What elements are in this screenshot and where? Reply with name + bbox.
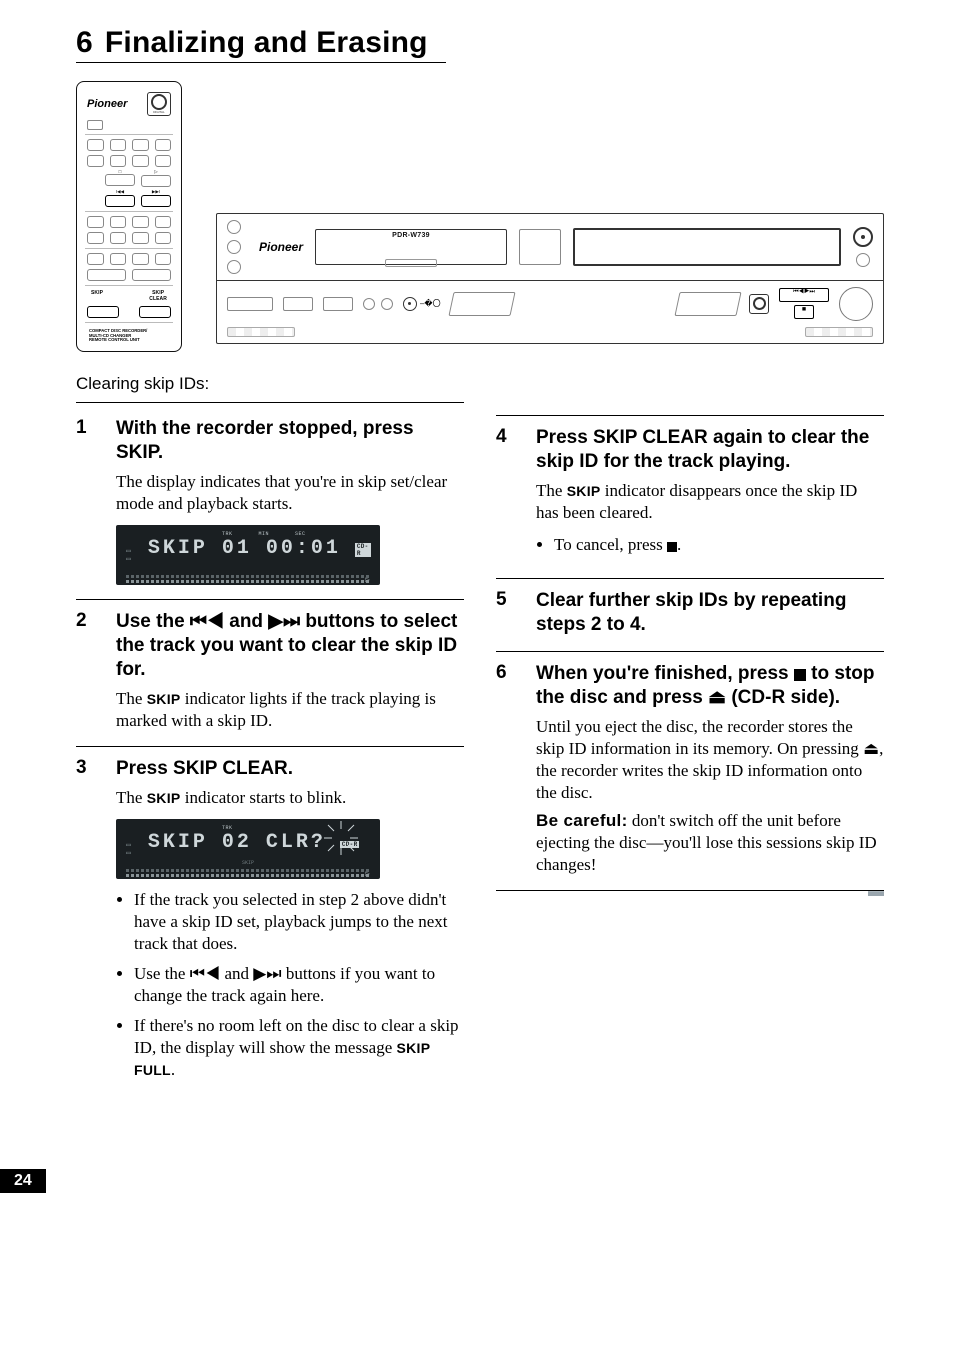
step-number: 3 (76, 757, 96, 879)
list-item: If the track you selected in step 2 abov… (134, 889, 464, 955)
remote-skip-clear-label: SKIP CLEAR (149, 290, 167, 302)
blink-rays-icon (324, 821, 358, 855)
step-4-bullets: To cancel, press . (536, 534, 884, 556)
remote-prev-button (105, 195, 135, 207)
step-body: Until you eject the disc, the recorder s… (536, 716, 884, 804)
step-body: The SKIP indicator disappears once the s… (536, 480, 884, 524)
page-title: 6 Finalizing and Erasing (76, 26, 446, 60)
compact-disc-logo: DIGITAL (147, 92, 171, 116)
deck-right-tray (573, 228, 841, 266)
remote-control-diagram: Pioneer DIGITAL □ ▷ I◀◀ ▶▶I SKIP (76, 81, 182, 352)
deck-stop-button: ■ (794, 305, 814, 319)
step-2: 2 Use the ⏮◀ and ▶⏭ buttons to select th… (76, 610, 464, 732)
deck-transport-buttons: ⏮◀▶⏭ (779, 288, 829, 302)
deck-brand: Pioneer (259, 240, 303, 254)
step-body: The SKIP indicator lights if the track p… (116, 688, 464, 732)
deck-left-tray: PDR-W739 (315, 229, 507, 265)
deck-display-area (519, 229, 561, 265)
page-number: 24 (0, 1169, 46, 1193)
manual-page: 6 Finalizing and Erasing Pioneer DIGITAL… (0, 0, 954, 1233)
prev-track-icon: ⏮◀ (190, 964, 220, 983)
skip-indicator-label: SKIP (147, 790, 181, 806)
step-3: 3 Press SKIP CLEAR. The SKIP indicator s… (76, 757, 464, 879)
remote-skip-clear-button (139, 306, 171, 318)
skip-indicator-label: SKIP (147, 691, 181, 707)
instruction-columns: 1 With the recorder stopped, press SKIP.… (76, 413, 884, 1089)
stop-icon (794, 669, 806, 681)
right-column: 4 Press SKIP CLEAR again to clear the sk… (496, 413, 884, 1089)
next-track-icon: ▶⏭ (268, 611, 300, 632)
step-3-bullets: If the track you selected in step 2 abov… (116, 889, 464, 1081)
play-icon: ▷ (365, 869, 370, 879)
step-heading: Use the ⏮◀ and ▶⏭ buttons to select the … (116, 610, 464, 682)
page-title-wrap: 6 Finalizing and Erasing (76, 26, 446, 63)
deck-model: PDR-W739 (316, 232, 506, 239)
device-diagrams: Pioneer DIGITAL □ ▷ I◀◀ ▶▶I SKIP (76, 81, 884, 352)
compact-disc-logo (749, 294, 769, 314)
deck-diagram: Pioneer PDR-W739 (216, 213, 884, 344)
chapter-title: Finalizing and Erasing (105, 26, 428, 60)
step-number: 6 (496, 662, 516, 876)
remote-brand: Pioneer (87, 98, 127, 110)
step-heading: When you're finished, press to stop the … (536, 662, 884, 710)
list-item: Use the ⏮◀ and ▶⏭ buttons if you want to… (134, 963, 464, 1007)
step-6: 6 When you're finished, press to stop th… (496, 662, 884, 876)
step-4: 4 Press SKIP CLEAR again to clear the sk… (496, 426, 884, 564)
play-icon: ▷ (365, 575, 370, 585)
be-careful-label: Be careful: (536, 811, 628, 830)
eject-icon: ⏏ (708, 687, 726, 708)
step-warning: Be careful: don't switch off the unit be… (536, 810, 884, 876)
step-heading: With the recorder stopped, press SKIP. (116, 417, 464, 465)
step-5: 5 Clear further skip IDs by repeating st… (496, 589, 884, 637)
step-heading: Press SKIP CLEAR. (116, 757, 464, 781)
lcd-display-1: TRKMINSEC ▭▭ SKIP 01 00:01 CD-R ▷ (116, 525, 380, 585)
prev-track-icon: ⏮◀ (190, 611, 224, 632)
remote-skip-label: SKIP (91, 290, 103, 302)
remote-fine-3: REMOTE CONTROL UNIT (89, 338, 169, 343)
chapter-number: 6 (76, 26, 93, 60)
remote-next-button (141, 195, 171, 207)
step-body: The SKIP indicator starts to blink. (116, 787, 464, 809)
remote-skip-button (87, 306, 119, 318)
stop-icon (667, 542, 677, 552)
step-number: 2 (76, 610, 96, 732)
lcd-display-2: TRK ▭▭ SKIP 02 CLR? (116, 819, 380, 879)
list-item: If there's no room left on the disc to c… (134, 1015, 464, 1081)
section-intro: Clearing skip IDs: (76, 374, 884, 394)
next-track-icon: ▶⏭ (253, 964, 281, 983)
power-knob-icon (853, 227, 873, 247)
step-heading: Clear further skip IDs by repeating step… (536, 589, 884, 637)
eject-icon: ⏏ (863, 739, 879, 758)
step-1: 1 With the recorder stopped, press SKIP.… (76, 417, 464, 585)
page-footer: 24 (76, 1169, 884, 1193)
jog-dial-icon (839, 287, 873, 321)
left-column: 1 With the recorder stopped, press SKIP.… (76, 413, 464, 1089)
skip-indicator-label: SKIP (567, 483, 601, 499)
list-item: To cancel, press . (554, 534, 884, 556)
step-number: 5 (496, 589, 516, 637)
step-number: 1 (76, 417, 96, 585)
step-heading: Press SKIP CLEAR again to clear the skip… (536, 426, 884, 474)
step-number: 4 (496, 426, 516, 564)
step-body: The display indicates that you're in ski… (116, 471, 464, 515)
